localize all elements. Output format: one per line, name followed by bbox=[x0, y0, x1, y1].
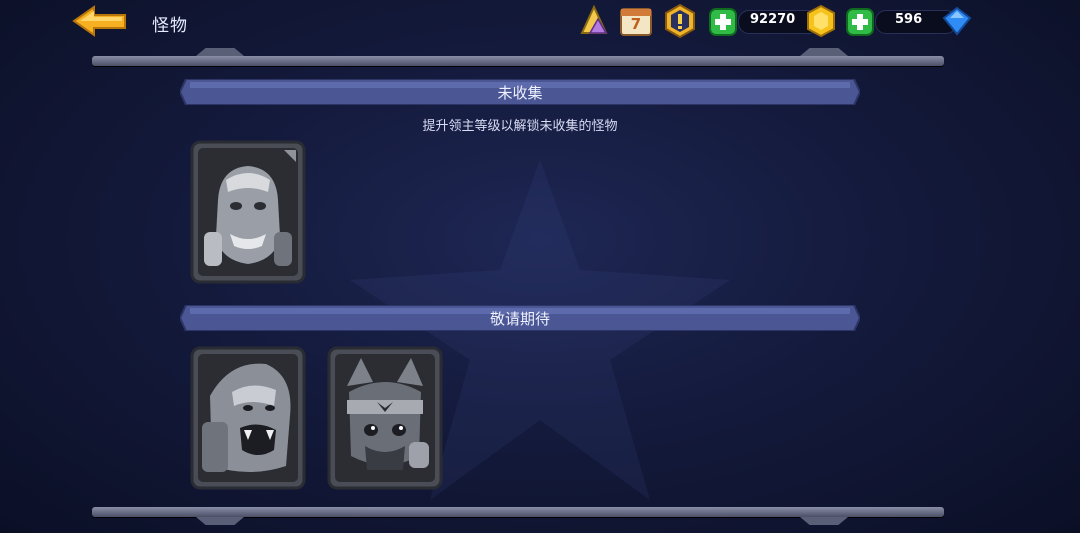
summon-crystal-icon bbox=[580, 4, 608, 34]
back-button[interactable] bbox=[70, 4, 130, 38]
bottom-divider bbox=[92, 507, 944, 517]
unlock-hint: 提升领主等级以解锁未收集的怪物 bbox=[422, 119, 618, 134]
top-divider-notch-left bbox=[196, 48, 244, 56]
plus-icon bbox=[709, 8, 737, 36]
monster-card-ninja-cat[interactable] bbox=[327, 346, 443, 490]
top-divider-notch-right bbox=[800, 48, 848, 56]
calendar-day: 7 bbox=[630, 15, 642, 33]
back-arrow-icon bbox=[72, 5, 126, 37]
section-title-coming-soon: 敬请期待 bbox=[489, 310, 550, 328]
section-title-uncollected: 未收集 bbox=[497, 84, 543, 102]
summon-crystal-button[interactable] bbox=[576, 3, 612, 39]
bottom-divider-notch-right bbox=[800, 517, 848, 525]
calendar-button[interactable]: 7 bbox=[618, 3, 654, 39]
monster-card-lion[interactable] bbox=[190, 346, 306, 490]
orc-warrior-portrait bbox=[190, 140, 306, 284]
gem bbox=[942, 6, 978, 42]
top-divider bbox=[92, 56, 944, 66]
ninja-cat-portrait bbox=[327, 346, 443, 490]
gold-coin-icon bbox=[807, 4, 835, 38]
plus-icon bbox=[846, 8, 874, 36]
diamond-icon bbox=[942, 6, 972, 36]
gold-value: 92270 bbox=[750, 12, 796, 27]
lion-beast-portrait bbox=[190, 346, 306, 490]
add-gold-button[interactable] bbox=[709, 8, 737, 36]
gem-value: 596 bbox=[895, 12, 923, 27]
gold-coin bbox=[806, 4, 842, 41]
alert-badge-icon bbox=[665, 3, 695, 39]
alert-badge-button[interactable] bbox=[662, 3, 698, 39]
page-title: 怪物 bbox=[152, 16, 188, 36]
add-gems-button[interactable] bbox=[846, 8, 874, 36]
bottom-divider-notch-left bbox=[196, 517, 244, 525]
monster-card-orc[interactable] bbox=[190, 140, 306, 284]
